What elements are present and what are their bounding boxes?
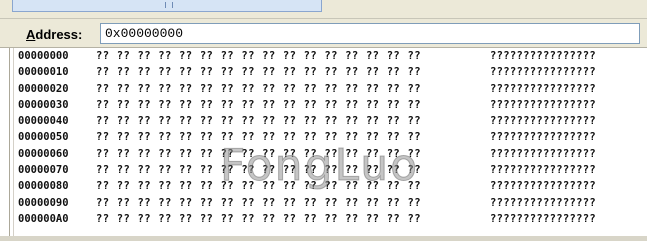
memory-row[interactable]: 00000060 ?? ?? ?? ?? ?? ?? ?? ?? ?? ?? ??… <box>18 146 596 162</box>
row-bytes: ?? ?? ?? ?? ?? ?? ?? ?? ?? ?? ?? ?? ?? ?… <box>96 131 421 144</box>
address-input[interactable] <box>100 23 640 44</box>
row-ascii: ???????????????? <box>490 98 596 111</box>
memory-row[interactable]: 00000020 ?? ?? ?? ?? ?? ?? ?? ?? ?? ?? ??… <box>18 81 596 97</box>
bottom-border <box>0 236 647 241</box>
row-bytes: ?? ?? ?? ?? ?? ?? ?? ?? ?? ?? ?? ?? ?? ?… <box>96 66 421 79</box>
row-ascii: ???????????????? <box>490 164 596 177</box>
address-label: Address: <box>26 27 83 42</box>
row-bytes: ?? ?? ?? ?? ?? ?? ?? ?? ?? ?? ?? ?? ?? ?… <box>96 98 421 111</box>
row-address: 00000070 <box>18 164 69 177</box>
memory-row[interactable]: 00000080 ?? ?? ?? ?? ?? ?? ?? ?? ?? ?? ??… <box>18 178 596 194</box>
row-ascii: ???????????????? <box>490 147 596 160</box>
row-ascii: ???????????????? <box>490 66 596 79</box>
row-ascii: ???????????????? <box>490 50 596 62</box>
row-address: 00000000 <box>18 50 69 62</box>
row-address: 00000050 <box>18 131 69 144</box>
row-ascii: ???????????????? <box>490 131 596 144</box>
memory-row[interactable]: 00000090 ?? ?? ?? ?? ?? ?? ?? ?? ?? ?? ??… <box>18 195 596 211</box>
memory-row[interactable]: 00000040 ?? ?? ?? ?? ?? ?? ?? ?? ?? ?? ??… <box>18 113 596 129</box>
scrollbar-thumb[interactable] <box>12 0 322 12</box>
row-bytes: ?? ?? ?? ?? ?? ?? ?? ?? ?? ?? ?? ?? ?? ?… <box>96 212 421 225</box>
row-bytes: ?? ?? ?? ?? ?? ?? ?? ?? ?? ?? ?? ?? ?? ?… <box>96 115 421 128</box>
row-ascii: ???????????????? <box>490 115 596 128</box>
row-address: 00000080 <box>18 180 69 193</box>
row-bytes: ?? ?? ?? ?? ?? ?? ?? ?? ?? ?? ?? ?? ?? ?… <box>96 50 421 62</box>
row-ascii: ???????????????? <box>490 196 596 209</box>
row-bytes: ?? ?? ?? ?? ?? ?? ?? ?? ?? ?? ?? ?? ?? ?… <box>96 147 421 160</box>
memory-row[interactable]: 00000030 ?? ?? ?? ?? ?? ?? ?? ?? ?? ?? ??… <box>18 97 596 113</box>
window-top-strip <box>0 0 647 19</box>
memory-row[interactable]: 00000050 ?? ?? ?? ?? ?? ?? ?? ?? ?? ?? ??… <box>18 129 596 145</box>
row-address: 00000020 <box>18 82 69 95</box>
memory-row[interactable]: 00000070 ?? ?? ?? ?? ?? ?? ?? ?? ?? ?? ??… <box>18 162 596 178</box>
row-address: 00000030 <box>18 98 69 111</box>
row-bytes: ?? ?? ?? ?? ?? ?? ?? ?? ?? ?? ?? ?? ?? ?… <box>96 196 421 209</box>
row-address: 00000010 <box>18 66 69 79</box>
row-address: 00000060 <box>18 147 69 160</box>
row-bytes: ?? ?? ?? ?? ?? ?? ?? ?? ?? ?? ?? ?? ?? ?… <box>96 164 421 177</box>
row-bytes: ?? ?? ?? ?? ?? ?? ?? ?? ?? ?? ?? ?? ?? ?… <box>96 82 421 95</box>
row-address: 00000040 <box>18 115 69 128</box>
row-ascii: ???????????????? <box>490 180 596 193</box>
memory-rows: 00000000 ?? ?? ?? ?? ?? ?? ?? ?? ?? ?? ??… <box>18 48 596 227</box>
row-address: 000000A0 <box>18 212 69 225</box>
memory-row[interactable]: 00000000 ?? ?? ?? ?? ?? ?? ?? ?? ?? ?? ??… <box>18 48 596 64</box>
address-toolbar: Address: <box>0 19 647 48</box>
row-bytes: ?? ?? ?? ?? ?? ?? ?? ?? ?? ?? ?? ?? ?? ?… <box>96 180 421 193</box>
memory-view[interactable]: 00000000 ?? ?? ?? ?? ?? ?? ?? ?? ?? ?? ??… <box>0 48 647 241</box>
memory-row[interactable]: 00000010 ?? ?? ?? ?? ?? ?? ?? ?? ?? ?? ??… <box>18 64 596 80</box>
row-ascii: ???????????????? <box>490 82 596 95</box>
memory-row[interactable]: 000000A0 ?? ?? ?? ?? ?? ?? ?? ?? ?? ?? ??… <box>18 211 596 227</box>
memory-view-border-inner <box>13 48 14 241</box>
grip-icon <box>165 2 173 8</box>
row-ascii: ???????????????? <box>490 212 596 225</box>
memory-view-border <box>9 48 10 241</box>
row-address: 00000090 <box>18 196 69 209</box>
